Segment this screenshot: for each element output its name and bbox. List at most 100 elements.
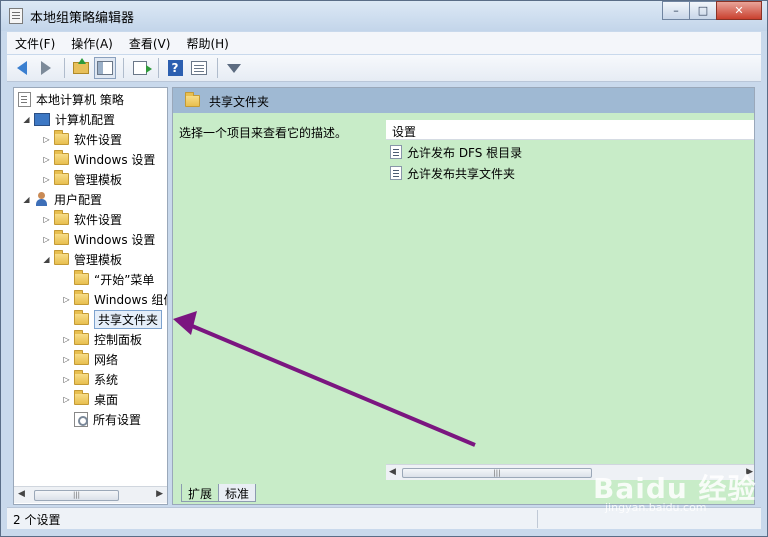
folder-icon — [54, 250, 69, 265]
expand-icon[interactable]: ▷ — [42, 175, 51, 184]
collapse-icon[interactable]: ◢ — [42, 255, 51, 264]
expand-icon[interactable]: ▷ — [42, 235, 51, 244]
expand-icon[interactable]: ▷ — [62, 295, 71, 304]
tree-item-user-config[interactable]: ◢ 用户配置 — [22, 190, 102, 208]
tree-item-start-menu[interactable]: “开始”菜单 — [74, 270, 154, 288]
tree-item-windows-components[interactable]: ▷ Windows 组件 — [62, 290, 168, 308]
tree-item-system[interactable]: ▷ 系统 — [62, 370, 118, 388]
toolbar-separator — [123, 58, 124, 78]
folder-icon — [74, 290, 89, 305]
setting-row[interactable]: 允许发布共享文件夹 — [390, 163, 515, 183]
filter-button[interactable] — [223, 57, 245, 79]
back-icon — [17, 61, 27, 75]
expand-icon[interactable]: ▷ — [42, 215, 51, 224]
tree-item-label: “开始”菜单 — [94, 272, 155, 287]
tree-item-cc-admin[interactable]: ▷ 管理模板 — [42, 170, 122, 188]
tab-standard[interactable]: 标准 — [218, 484, 257, 502]
tree-item-all-settings[interactable]: 所有设置 — [74, 410, 141, 428]
window-controls: – □ ✕ — [662, 1, 762, 20]
expand-icon[interactable]: ▷ — [62, 395, 71, 404]
menu-file[interactable]: 文件(F) — [7, 35, 63, 52]
view-icon — [191, 61, 207, 75]
tree-item-label: 管理模板 — [74, 252, 123, 267]
up-one-level-button[interactable] — [70, 57, 92, 79]
tree-item-label: 计算机配置 — [55, 112, 116, 127]
tree-item-label: Windows 设置 — [74, 152, 156, 167]
folder-icon — [54, 130, 69, 145]
tree-item-control-panel[interactable]: ▷ 控制面板 — [62, 330, 142, 348]
toolbar-separator — [217, 58, 218, 78]
tree-item-label: Windows 组件 — [94, 292, 168, 307]
toolbar-separator — [158, 58, 159, 78]
folder-icon — [74, 310, 89, 325]
menu-action[interactable]: 操作(A) — [63, 35, 121, 52]
scrollbar-thumb[interactable]: ||| — [34, 490, 119, 501]
policy-tree: 本地计算机 策略 ◢ 计算机配置 ▷ 软件设置 ▷ Windows 设置 ▷ 管… — [13, 87, 168, 505]
scroll-left-icon[interactable]: ◀ — [18, 489, 25, 499]
setting-row[interactable]: 允许发布 DFS 根目录 — [390, 142, 522, 162]
expand-icon[interactable]: ▷ — [42, 135, 51, 144]
menu-help[interactable]: 帮助(H) — [178, 35, 236, 52]
setting-row-label: 允许发布共享文件夹 — [407, 166, 516, 181]
tree-item-root[interactable]: 本地计算机 策略 — [18, 90, 124, 108]
window-title: 本地组策略编辑器 — [30, 11, 135, 26]
close-button[interactable]: ✕ — [716, 1, 762, 20]
tree-item-shared-folders[interactable]: 共享文件夹 — [74, 309, 163, 329]
tree-item-label-selected: 共享文件夹 — [94, 309, 163, 329]
tab-extended[interactable]: 扩展 — [181, 484, 220, 502]
filter-icon — [227, 63, 241, 73]
expand-icon[interactable]: ▷ — [42, 155, 51, 164]
maximize-button[interactable]: □ — [689, 1, 717, 20]
details-pane: 共享文件夹 选择一个项目来查看它的描述。 设置 允许发布 DFS 根目录 允许发… — [172, 87, 755, 505]
tree-item-label: 软件设置 — [74, 132, 123, 147]
title-bar: 本地组策略编辑器 – □ ✕ — [1, 1, 767, 31]
tree-item-computer-config[interactable]: ◢ 计算机配置 — [22, 110, 115, 128]
column-header-label: 设置 — [392, 125, 417, 139]
expand-icon[interactable]: ▷ — [62, 375, 71, 384]
policy-setting-icon — [390, 145, 402, 159]
forward-button[interactable] — [35, 57, 57, 79]
tree-item-label: Windows 设置 — [74, 232, 156, 247]
show-hide-tree-icon — [97, 61, 113, 75]
folder-icon — [74, 350, 89, 365]
tree-item-cc-windows[interactable]: ▷ Windows 设置 — [42, 150, 155, 168]
tree-item-uc-software[interactable]: ▷ 软件设置 — [42, 210, 122, 228]
folder-icon — [74, 330, 89, 345]
setting-row-label: 允许发布 DFS 根目录 — [407, 145, 523, 160]
tree-item-network[interactable]: ▷ 网络 — [62, 350, 118, 368]
collapse-icon[interactable]: ◢ — [22, 195, 31, 204]
collapse-icon[interactable]: ◢ — [22, 115, 31, 124]
scrollbar-thumb[interactable]: ||| — [402, 468, 592, 478]
tree-item-desktop[interactable]: ▷ 桌面 — [62, 390, 118, 408]
column-header-setting[interactable]: 设置 — [386, 120, 754, 140]
folder-icon — [74, 390, 89, 405]
folder-icon — [74, 270, 89, 285]
gpedit-app-icon — [9, 8, 23, 24]
export-list-button[interactable] — [129, 57, 152, 79]
back-button[interactable] — [11, 57, 33, 79]
menu-view[interactable]: 查看(V) — [121, 35, 179, 52]
tree-item-label: 网络 — [94, 352, 119, 367]
tree-item-cc-software[interactable]: ▷ 软件设置 — [42, 130, 122, 148]
tree-item-uc-windows[interactable]: ▷ Windows 设置 — [42, 230, 155, 248]
tree-horizontal-scrollbar[interactable]: ◀ ||| ▶ — [14, 486, 167, 503]
help-button[interactable]: ? — [164, 57, 186, 79]
toolbar: ? — [7, 55, 761, 82]
details-header: 共享文件夹 — [173, 88, 754, 113]
scroll-left-icon[interactable]: ◀ — [389, 467, 396, 477]
status-separator — [537, 510, 538, 528]
folder-icon — [54, 230, 69, 245]
status-text: 2 个设置 — [13, 513, 61, 527]
tree-item-label: 控制面板 — [94, 332, 143, 347]
expand-icon[interactable]: ▷ — [62, 355, 71, 364]
tree-item-label: 系统 — [94, 372, 119, 387]
up-folder-icon — [73, 58, 89, 74]
folder-icon — [54, 150, 69, 165]
tree-item-uc-admin[interactable]: ◢ 管理模板 — [42, 250, 122, 268]
minimize-button[interactable]: – — [662, 1, 690, 20]
expand-icon[interactable]: ▷ — [62, 335, 71, 344]
show-hide-tree-button[interactable] — [94, 57, 116, 79]
folder-icon — [54, 210, 69, 225]
view-button[interactable] — [188, 57, 210, 79]
scroll-right-icon[interactable]: ▶ — [156, 489, 163, 499]
